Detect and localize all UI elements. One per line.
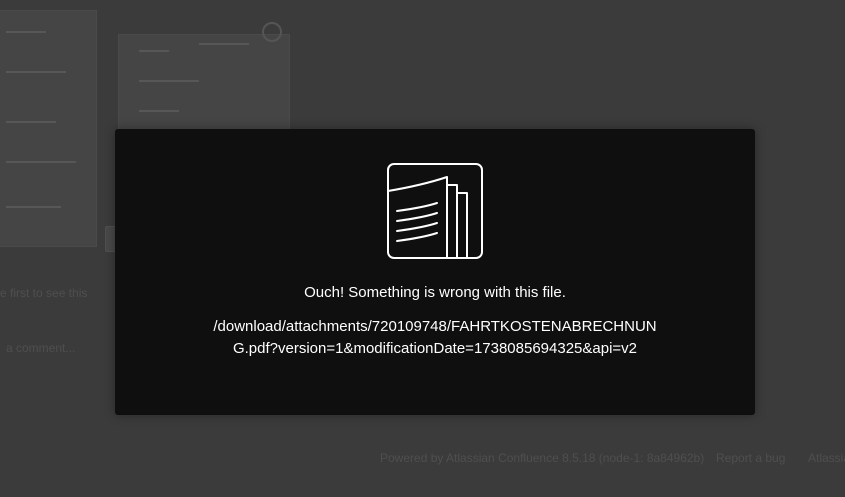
error-file-path: /download/attachments/720109748/FAHRTKOS… xyxy=(213,318,657,357)
error-title: Ouch! Something is wrong with this file. xyxy=(304,284,566,301)
comment-placeholder: a comment... xyxy=(6,341,76,355)
footer-news: Atlassian News xyxy=(808,451,845,465)
footer-report-bug: Report a bug xyxy=(716,451,786,465)
file-error-dialog: Ouch! Something is wrong with this file.… xyxy=(115,129,755,415)
background-hint-text: e first to see this xyxy=(0,286,88,300)
background-thumbnail xyxy=(0,10,97,247)
expand-icon xyxy=(262,22,282,42)
document-pages-icon xyxy=(387,163,483,259)
footer-powered-by: Powered by Atlassian Confluence 8.5.18 (… xyxy=(380,451,705,465)
background-thumbnail xyxy=(118,34,290,136)
